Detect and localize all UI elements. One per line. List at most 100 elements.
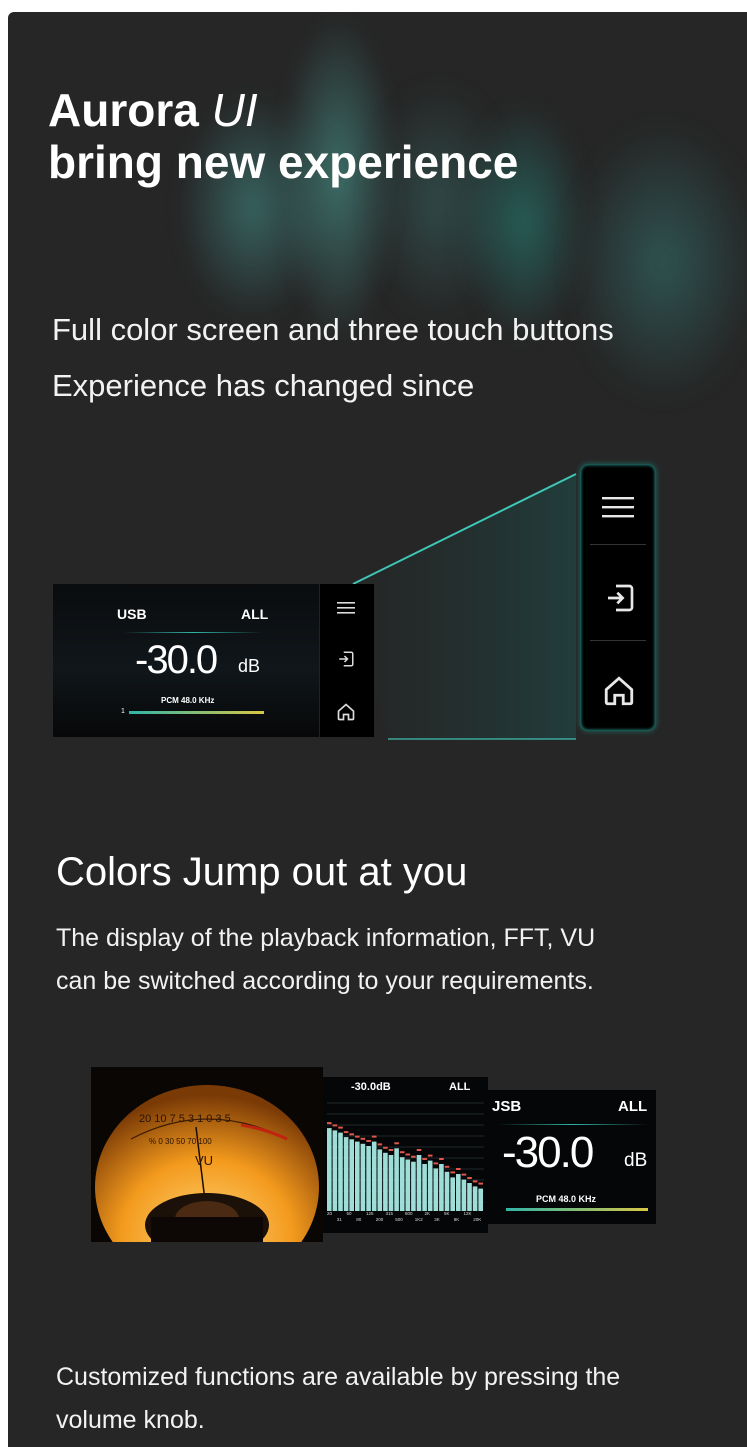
section2-line-1: The display of the playback information,… <box>56 924 596 952</box>
source-label: JSB <box>492 1098 522 1115</box>
fft-peak <box>332 1124 338 1127</box>
vu-scale-top: 20 10 7 5 3 1 0 3 5 <box>139 1113 231 1125</box>
fft-bar <box>338 1132 343 1211</box>
volume-screen: JSB ALL -30.0 dB PCM 48.0 KHz <box>488 1090 656 1224</box>
fft-bar <box>371 1141 377 1211</box>
divider <box>590 640 646 641</box>
section3-line-1: Customized functions are available by pr… <box>56 1363 621 1391</box>
fft-bar <box>388 1155 394 1211</box>
fft-bar <box>360 1143 366 1211</box>
fft-frequency-label: 5K <box>444 1211 450 1216</box>
volume-value: -30.0 <box>502 1128 594 1177</box>
fft-peak <box>394 1142 399 1145</box>
fft-frequency-label: 8K <box>453 1217 460 1222</box>
menu-icon[interactable] <box>600 494 636 520</box>
fft-peak <box>433 1162 439 1165</box>
fft-bar <box>472 1186 478 1211</box>
fft-frequency-axis: 20 31 50 80 125 200 315 500 800 1K2 2K 3K 5K 8K 12K 20K <box>327 1211 485 1229</box>
fft-frequency-label: 80 <box>356 1217 362 1222</box>
fft-bar <box>444 1171 450 1211</box>
fft-bar <box>349 1139 354 1211</box>
fft-bar <box>377 1149 383 1211</box>
fft-frequency-label: 1K2 <box>414 1217 423 1222</box>
fft-peak <box>355 1135 360 1138</box>
bar-index: 1 <box>121 708 125 715</box>
fft-peak <box>467 1177 472 1179</box>
fft-peak <box>439 1158 444 1160</box>
fft-peak <box>472 1180 478 1183</box>
section2-line-2: can be switched according to your requir… <box>56 967 594 995</box>
fft-mode: ALL <box>449 1081 471 1093</box>
fft-peak <box>383 1146 388 1149</box>
fft-peak <box>366 1140 371 1142</box>
fft-peak <box>360 1137 366 1140</box>
fft-peak <box>461 1173 467 1176</box>
fft-bar <box>332 1130 338 1211</box>
fft-frequency-label: 31 <box>336 1217 342 1222</box>
fft-peak <box>411 1155 416 1158</box>
fft-bar <box>411 1161 416 1211</box>
section3-line-2: volume knob. <box>56 1406 205 1434</box>
fft-bar <box>456 1174 461 1211</box>
level-bar <box>506 1208 648 1211</box>
fft-bar <box>405 1159 411 1211</box>
mode-label: ALL <box>241 606 269 622</box>
fft-bar <box>399 1157 405 1211</box>
fft-peak <box>343 1131 349 1134</box>
fft-frequency-label: 200 <box>375 1217 384 1222</box>
fft-screen: -30.0dB ALL 20 31 50 80 125 200 315 500 800 1K2 2K… <box>323 1077 488 1233</box>
fft-peak <box>371 1135 377 1138</box>
fft-bar <box>439 1164 444 1211</box>
volume-unit: dB <box>238 656 261 676</box>
touch-button-strip <box>319 584 374 737</box>
section3-text: Customized functions are available by pr… <box>56 1356 620 1442</box>
fft-peak <box>478 1182 483 1185</box>
fft-bar <box>366 1146 371 1211</box>
fft-peak <box>456 1168 461 1170</box>
fft-volume: -30.0dB <box>351 1081 391 1093</box>
fft-bar <box>416 1155 422 1211</box>
fft-bar <box>467 1183 472 1211</box>
fft-bar <box>327 1128 332 1211</box>
source-label: USB <box>117 606 147 622</box>
fft-bar <box>427 1160 433 1211</box>
fft-frequency-label: 315 <box>385 1211 394 1216</box>
fft-bar <box>450 1177 455 1211</box>
fft-peak <box>416 1149 422 1151</box>
vu-scale-bottom: % 0 30 50 70 100 <box>149 1137 212 1146</box>
home-icon[interactable] <box>336 702 356 722</box>
fft-peak <box>399 1151 405 1154</box>
fft-frequency-label: 20K <box>473 1217 482 1222</box>
home-icon[interactable] <box>602 674 636 708</box>
fft-bar <box>422 1164 427 1211</box>
section-heading: Colors Jump out at you <box>56 850 468 894</box>
fft-frequency-label: 500 <box>395 1217 403 1222</box>
input-icon[interactable] <box>337 650 355 668</box>
fft-bar <box>433 1168 439 1211</box>
fft-frequency-label: 125 <box>366 1211 374 1216</box>
fft-peak <box>327 1122 332 1125</box>
fft-bar <box>478 1188 483 1211</box>
device-screen: USB ALL -30.0 dB PCM 48.0 KHz 1 <box>53 584 374 737</box>
divider <box>590 544 646 545</box>
screen-main: USB ALL -30.0 dB PCM 48.0 KHz 1 <box>53 584 319 737</box>
fft-frequency-label: 3K <box>434 1217 440 1222</box>
fft-peak <box>427 1154 433 1157</box>
fft-frequency-label: 800 <box>405 1211 413 1216</box>
fft-bar <box>461 1179 467 1211</box>
fft-peak <box>388 1149 394 1151</box>
fft-bar <box>394 1148 399 1211</box>
level-bar <box>129 711 264 714</box>
fft-peak <box>349 1133 354 1136</box>
fft-peak <box>405 1153 411 1156</box>
fft-peak <box>422 1158 427 1160</box>
mode-label: ALL <box>618 1098 648 1115</box>
fft-frequency-label: 20 <box>327 1211 333 1216</box>
vu-meter-screen: 20 10 7 5 3 1 0 3 5 % 0 30 50 70 100 VU <box>91 1067 323 1242</box>
fft-bar <box>343 1137 349 1211</box>
section2-text: The display of the playback information,… <box>56 917 595 1003</box>
product-page: Aurora UI bring new experience Full colo… <box>8 12 747 1447</box>
menu-icon[interactable] <box>336 600 356 616</box>
input-icon[interactable] <box>604 582 636 614</box>
volume-unit: dB <box>624 1150 648 1171</box>
